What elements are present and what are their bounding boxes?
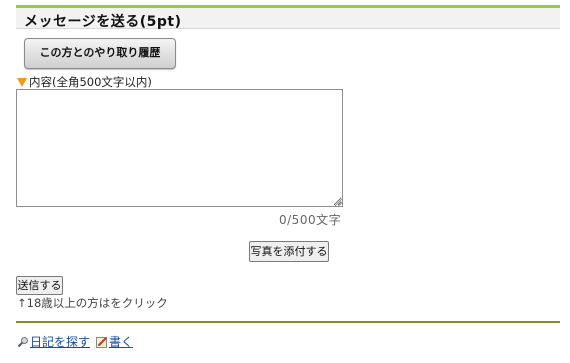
content-label-text: 内容(全角500文字以内) [29,75,152,89]
message-history-button[interactable]: この方とのやり取り履歴 [24,38,176,69]
send-button[interactable]: 送信する [16,276,63,295]
divider [16,321,560,323]
triangle-down-icon [17,77,27,87]
age-notice: ↑18歳以上の方はをクリック [17,296,168,310]
character-counter: 0/500文字 [279,213,342,227]
page-title: メッセージを送る(5pt) [24,14,182,30]
attach-photo-button[interactable]: 写真を添付する [249,241,329,262]
write-link[interactable]: 書く [109,333,133,350]
section-header: メッセージを送る(5pt) [16,5,560,30]
magnifier-icon [17,336,29,348]
resize-grip-icon[interactable] [335,199,342,206]
search-diary-link[interactable]: 日記を探す [30,333,90,350]
message-textarea[interactable] [16,89,343,207]
pencil-note-icon [96,336,108,348]
footer-links: 日記を探す 書く [17,333,133,350]
content-label: 内容(全角500文字以内) [17,74,152,90]
